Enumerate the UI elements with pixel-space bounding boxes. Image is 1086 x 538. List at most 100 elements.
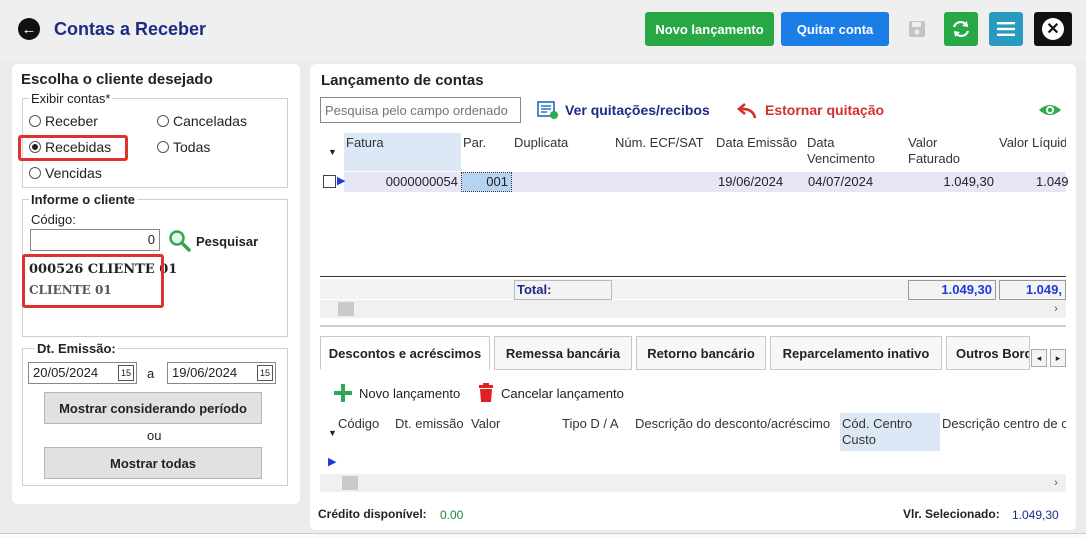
tab-remessa[interactable]: Remessa bancária [494,336,632,370]
menu-icon[interactable] [989,12,1023,46]
date-to-value: 19/06/2024 [172,365,238,380]
emission-date-label: Dt. Emissão: [35,341,118,356]
radio-label: Receber [45,113,98,129]
view-receipts-link[interactable]: Ver quitações/recibos [537,100,710,120]
cell-faturado: 1.049,30 [943,174,994,189]
tab-reparcelamento[interactable]: Reparcelamento inativo [770,336,942,370]
section-divider [320,325,1066,327]
cell-vencimento: 04/07/2024 [808,174,874,189]
undo-arrow-icon [737,103,757,119]
bottom-strip [0,533,1086,538]
client-panel-heading: Escolha o cliente desejado [21,71,213,88]
code-label: Código: [31,212,76,227]
radio-receber[interactable]: Receber [29,113,98,129]
col-header-par[interactable]: Par. [463,135,486,151]
sub-cancel-entry-label: Cancelar lançamento [501,385,624,401]
close-icon[interactable]: ✕ [1034,12,1072,46]
radio-vencidas[interactable]: Vencidas [29,165,102,181]
sub-col-valor[interactable]: Valor [471,416,500,432]
scrollbar-thumb[interactable] [342,476,358,490]
tab-outros[interactable]: Outros Bord [946,336,1030,370]
date-separator: a [147,366,155,381]
new-entry-button[interactable]: Novo lançamento [645,12,774,46]
radio-circle [157,115,169,127]
grid-h-scrollbar[interactable]: › [320,300,1066,318]
scrollbar-thumb[interactable] [338,302,354,316]
scroll-right-icon[interactable]: › [1048,300,1064,318]
magnifier-icon [169,230,191,252]
sub-col-emissao[interactable]: Dt. emissão [395,416,464,432]
client-info-label: Informe o cliente [29,192,138,207]
search-client-button[interactable]: Pesquisar [168,229,258,253]
tab-scroll-right-icon[interactable]: ▸ [1050,349,1066,367]
col-header-fatura[interactable]: Fatura [346,135,384,151]
selected-value: 1.049,30 [1012,508,1059,522]
sort-indicator-icon: ▼ [328,147,337,157]
tab-scroll-left-icon[interactable]: ◂ [1031,349,1047,367]
show-period-button[interactable]: Mostrar considerando período [44,392,262,424]
search-client-label: Pesquisar [196,233,259,249]
sub-new-entry-label: Novo lançamento [359,385,461,401]
trash-icon [479,383,493,402]
total-label: Total: [514,280,612,300]
date-to-input[interactable]: 19/06/2024 15 [167,362,276,384]
sub-col-tipo[interactable]: Tipo D / A [562,416,619,432]
radio-circle [29,115,41,127]
credit-label: Crédito disponível: [318,507,427,521]
radio-label: Vencidas [45,165,102,181]
back-icon[interactable]: ← [18,18,40,40]
col-header-ecf[interactable]: Núm. ECF/SAT [615,135,704,151]
settle-account-button[interactable]: Quitar conta [781,12,889,46]
sub-col-desc-centro[interactable]: Descrição centro de c [942,416,1066,432]
total-faturado: 1.049,30 [908,280,996,300]
row-checkbox[interactable] [323,175,336,188]
sub-new-entry-button[interactable]: Novo lançamento [333,383,460,403]
show-accounts-label: Exibir contas* [29,91,113,106]
page-title: Contas a Receber [54,19,207,39]
search-input[interactable] [320,97,521,123]
highlight-recebidas [18,135,128,161]
save-icon[interactable] [900,12,934,46]
col-header-faturado[interactable]: Valor Faturado [908,135,978,167]
date-from-input[interactable]: 20/05/2024 15 [28,362,137,384]
or-label: ou [147,428,162,443]
col-header-vencimento[interactable]: Data Vencimento [807,135,887,167]
code-input[interactable]: 0 [30,229,160,251]
col-header-liquido[interactable]: Valor Líquido [999,135,1066,151]
col-header-duplicata[interactable]: Duplicata [514,135,568,151]
cell-par[interactable]: 001 [461,172,512,192]
sub-h-scrollbar[interactable]: › [320,474,1066,492]
cell-fatura: 0000000054 [385,174,458,189]
eye-icon[interactable] [1038,100,1062,123]
sub-cancel-entry-button[interactable]: Cancelar lançamento [477,383,624,403]
selected-value-label: Vlr. Selecionado: [903,507,1000,521]
total-liquido: 1.049, [999,280,1066,300]
radio-todas[interactable]: Todas [157,139,210,155]
radio-circle [157,141,169,153]
scroll-right-icon[interactable]: › [1048,474,1064,492]
cell-emissao: 19/06/2024 [718,174,784,189]
reverse-settlement-link[interactable]: Estornar quitação [737,100,884,120]
refresh-icon[interactable] [944,12,978,46]
sub-col-centro-custo[interactable]: Cód. Centro Custo [842,416,932,448]
tab-retorno[interactable]: Retorno bancário [636,336,766,370]
radio-circle [29,167,41,179]
calendar-icon[interactable]: 15 [257,365,273,381]
accounts-heading: Lançamento de contas [321,72,484,89]
show-all-button[interactable]: Mostrar todas [44,447,262,479]
calendar-icon[interactable]: 15 [118,365,134,381]
receipt-icon [537,101,558,119]
sub-col-descricao[interactable]: Descrição do desconto/acréscimo [635,416,830,432]
radio-canceladas[interactable]: Canceladas [157,113,247,129]
plus-icon [334,384,352,402]
credit-value: 0.00 [440,508,464,522]
highlight-client [22,254,164,308]
sub-row-pointer-icon: ▶ [328,456,337,468]
radio-label: Todas [173,139,211,155]
sub-col-codigo[interactable]: Código [338,416,379,432]
col-header-emissao[interactable]: Data Emissão [716,135,797,151]
grid-divider [320,276,1066,277]
radio-label: Canceladas [173,113,247,129]
app-header: ← Contas a Receber Novo lançamento Quita… [0,0,1086,60]
tab-descontos[interactable]: Descontos e acréscimos [320,336,490,370]
